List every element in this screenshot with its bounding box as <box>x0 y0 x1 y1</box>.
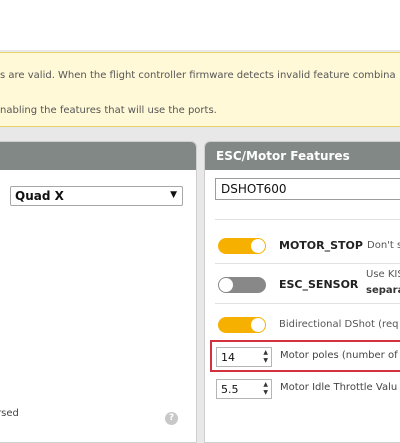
help-icon[interactable]: ? <box>165 412 178 425</box>
motor-poles-label: Motor poles (number of <box>280 350 398 361</box>
idle-throttle-label: Motor Idle Throttle Valu <box>280 382 398 393</box>
reversed-label: rsed <box>0 408 19 419</box>
idle-throttle-value: 5.5 <box>221 383 239 396</box>
bidir-dshot-toggle[interactable] <box>218 317 266 333</box>
mixer-select[interactable]: Quad X ▼ <box>10 186 183 206</box>
toggle-knob <box>251 318 265 332</box>
notice-line-2: nabling the features that will use the p… <box>0 105 217 116</box>
stepper-arrows-icon[interactable]: ▲ ▼ <box>263 381 268 397</box>
esc-protocol-select[interactable]: DSHOT600 <box>215 178 400 200</box>
warning-notice: s are valid. When the flight controller … <box>0 52 400 127</box>
toggle-knob <box>219 278 233 292</box>
mixer-panel-header <box>0 142 196 170</box>
divider <box>215 219 400 220</box>
esc-sensor-toggle[interactable] <box>218 277 266 293</box>
stepper-arrows-icon[interactable]: ▲ ▼ <box>263 349 268 365</box>
divider <box>215 303 400 304</box>
notice-line-1: s are valid. When the flight controller … <box>0 70 396 81</box>
motor-poles-value: 14 <box>221 351 235 364</box>
bidir-dshot-label: Bidirectional DShot (req <box>279 319 399 330</box>
esc-panel-header: ESC/Motor Features <box>205 142 400 170</box>
esc-protocol-value: DSHOT600 <box>221 182 287 196</box>
esc-sensor-description-2: separa <box>366 285 400 296</box>
mixer-select-value: Quad X <box>15 189 64 203</box>
esc-panel-title: ESC/Motor Features <box>216 149 350 163</box>
idle-throttle-input[interactable]: 5.5 ▲ ▼ <box>216 379 272 399</box>
motor-stop-description: Don't s <box>367 240 400 251</box>
esc-sensor-label: ESC_SENSOR <box>279 278 359 291</box>
esc-motor-panel: ESC/Motor Features DSHOT600 MOTOR_STOP D… <box>204 141 400 443</box>
motor-stop-label: MOTOR_STOP <box>279 239 363 252</box>
esc-sensor-description: Use KIS <box>366 269 400 280</box>
top-bar <box>0 0 400 50</box>
dropdown-arrow-icon: ▼ <box>170 190 177 200</box>
divider <box>215 263 400 264</box>
toggle-knob <box>251 239 265 253</box>
motor-poles-input[interactable]: 14 ▲ ▼ <box>216 347 272 367</box>
mixer-panel: Quad X ▼ rsed ? <box>0 141 197 443</box>
motor-stop-toggle[interactable] <box>218 238 266 254</box>
